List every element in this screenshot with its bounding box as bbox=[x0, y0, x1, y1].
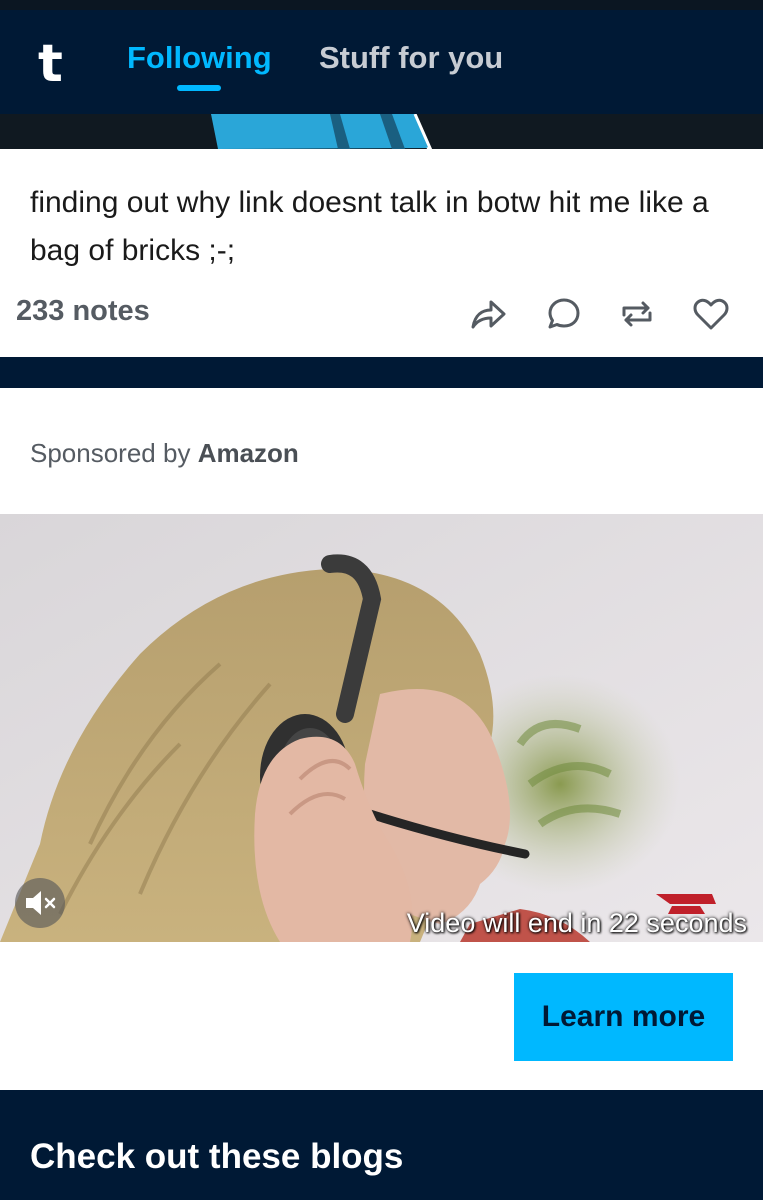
section-title: Check out these blogs bbox=[30, 1137, 404, 1176]
post-body-text: finding out why link doesnt talk in botw… bbox=[30, 186, 709, 267]
video-countdown: Video will end in 22 seconds bbox=[406, 908, 747, 938]
muted-speaker-icon[interactable] bbox=[15, 878, 65, 928]
ad-video[interactable]: Video will end in 22 seconds bbox=[0, 514, 763, 942]
app-header: t Following Stuff for you bbox=[0, 10, 763, 114]
like-icon[interactable] bbox=[692, 295, 730, 333]
sponsored-prefix: Sponsored by bbox=[30, 438, 191, 468]
sponsored-post: Sponsored by Amazon Video will end in 22… bbox=[0, 388, 763, 1090]
post-image-bottom-edge bbox=[0, 114, 763, 149]
notes-count[interactable]: 233 notes bbox=[16, 295, 150, 328]
learn-more-button[interactable]: Learn more bbox=[514, 973, 733, 1061]
post-card: finding out why link doesnt talk in botw… bbox=[0, 149, 763, 357]
reply-icon[interactable] bbox=[545, 295, 583, 333]
reblog-icon[interactable] bbox=[618, 295, 656, 333]
tab-following[interactable]: Following bbox=[127, 40, 272, 76]
tab-stuff-for-you[interactable]: Stuff for you bbox=[319, 40, 503, 76]
top-border bbox=[0, 0, 763, 10]
sponsored-label: Sponsored by Amazon bbox=[30, 438, 299, 469]
sponsor-name[interactable]: Amazon bbox=[198, 438, 299, 468]
share-icon[interactable] bbox=[469, 295, 507, 333]
active-tab-indicator bbox=[177, 85, 221, 91]
tumblr-logo-icon[interactable]: t bbox=[38, 38, 63, 90]
